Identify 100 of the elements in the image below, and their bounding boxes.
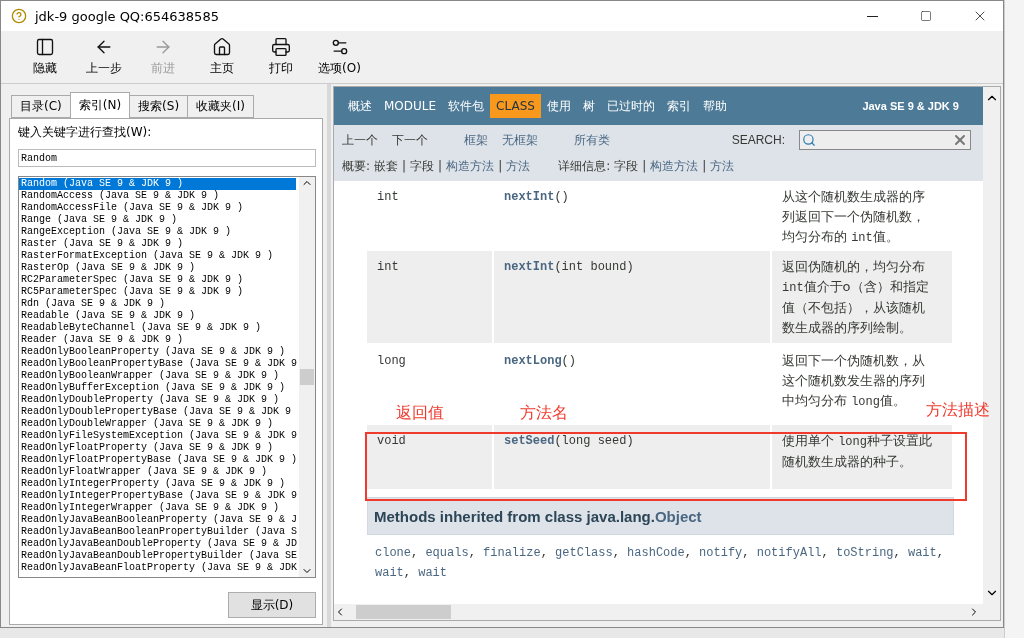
index-item[interactable]: RasterFormatException (Java SE 9 & JDK 9 )	[19, 250, 274, 262]
method-link[interactable]: wait	[418, 566, 448, 580]
index-item[interactable]: ReadOnlyIntegerProperty (Java SE 9 & JDK 9 )	[19, 478, 286, 490]
index-item[interactable]: ReadOnlyFloatWrapper (Java SE 9 & JDK 9 )	[19, 466, 268, 478]
index-item[interactable]: RasterOp (Java SE 9 & JDK 9 )	[19, 262, 196, 274]
index-item[interactable]: Raster (Java SE 9 & JDK 9 )	[19, 238, 184, 250]
window-title: jdk-9 google QQ:654638585	[35, 8, 220, 24]
maximize-icon	[920, 10, 932, 22]
toolbar-button[interactable]: 打印	[251, 35, 310, 79]
index-item[interactable]: RC2ParameterSpec (Java SE 9 & JDK 9 )	[19, 274, 244, 286]
annotation-label: 方法名	[520, 403, 568, 424]
nav-link[interactable]: 已过时的	[600, 92, 661, 120]
index-item[interactable]: ReadOnlyIntegerPropertyBase (Java SE 9 & JDK 9	[19, 490, 298, 502]
toolbar-button[interactable]: 选项(O)	[310, 35, 369, 79]
scrollbar-thumb[interactable]	[300, 369, 314, 385]
nav-link[interactable]: 概述	[342, 92, 378, 120]
index-item[interactable]: ReadOnlyFileSystemException (Java SE 9 & JDK 9	[19, 430, 298, 442]
table-cell: 使用单个 long种子设置此随机数生成器的种子。	[772, 425, 954, 491]
home-icon	[211, 37, 232, 57]
section-link[interactable]: 嵌套	[374, 157, 399, 175]
toolbar-button[interactable]: 主页	[192, 35, 251, 79]
nav-link[interactable]: 软件包	[442, 92, 491, 120]
nav-link[interactable]: 索引	[660, 92, 697, 120]
method-link[interactable]: wait	[375, 566, 404, 580]
printer-icon	[270, 37, 291, 57]
nav-link[interactable]: 帮助	[696, 92, 733, 120]
index-item[interactable]: ReadOnlyBufferException (Java SE 9 & JDK 9 )	[19, 382, 286, 394]
method-link[interactable]: clone	[375, 546, 411, 560]
index-item[interactable]: ReadOnlyDoublePropertyBase (Java SE 9 & JDK 9	[19, 406, 292, 418]
tab[interactable]: 目录(C)	[11, 95, 71, 118]
nav-link[interactable]: MODULE	[378, 94, 443, 118]
index-item[interactable]: ReadOnlyIntegerWrapper (Java SE 9 & JDK 9 )	[19, 502, 280, 514]
keyword-field[interactable]: Random	[18, 149, 316, 167]
scrollbar[interactable]	[334, 604, 1000, 620]
separator: |	[402, 159, 407, 173]
clear-icon[interactable]	[952, 132, 968, 148]
sub-nav-link[interactable]: 下一个	[392, 131, 428, 149]
index-item[interactable]: ReadOnlyJavaBeanDoubleProperty (Java SE 9 & JD	[19, 538, 298, 550]
sub-nav-link[interactable]: 所有类	[574, 131, 610, 149]
section-title: Methods inherited from class java.lang.Object	[374, 507, 702, 525]
inherited-methods: clone, equals, finalize, getClass, hashCode, notify, notifyAll, toString, wait, wait, wait	[374, 545, 945, 582]
separator: |	[438, 159, 443, 173]
index-item[interactable]: ReadOnlyBooleanWrapper (Java SE 9 & JDK 9 )	[19, 370, 280, 382]
index-item[interactable]: RC5ParameterSpec (Java SE 9 & JDK 9 )	[19, 286, 244, 298]
section-link[interactable]: 构造方法	[650, 157, 699, 175]
method-link[interactable]: hashCode	[627, 546, 685, 560]
table-cell: setSeed(long seed)	[494, 425, 772, 491]
method-link[interactable]: wait	[907, 546, 937, 560]
nav-link[interactable]: 树	[576, 92, 601, 120]
index-item[interactable]: RandomAccessFile (Java SE 9 & JDK 9 )	[19, 202, 244, 214]
section-link[interactable]: 方法	[710, 157, 735, 175]
display-button[interactable]: 显示(D)	[228, 592, 316, 618]
nav-link[interactable]: CLASS	[490, 94, 541, 118]
toolbar-button[interactable]: 隐藏	[15, 35, 74, 79]
section-label: 概要:	[342, 157, 371, 175]
section-link[interactable]: 字段	[410, 157, 435, 175]
method-link[interactable]: toString	[835, 546, 894, 560]
section-link[interactable]: 构造方法	[446, 157, 495, 175]
method-link[interactable]: equals	[425, 546, 469, 560]
sub-nav-link[interactable]: 框架	[464, 131, 488, 149]
method-link[interactable]: getClass	[555, 546, 613, 560]
help-icon	[11, 8, 27, 24]
index-item[interactable]: ReadOnlyJavaBeanBooleanPropertyBuilder (Java S	[19, 526, 298, 538]
sub-nav-link[interactable]: 上一个	[342, 131, 378, 149]
index-item[interactable]: ReadOnlyJavaBeanFloatProperty (Java SE 9 & JDK	[19, 562, 298, 574]
method-link[interactable]: finalize	[483, 546, 541, 560]
method-link[interactable]: notify	[699, 546, 743, 560]
index-item[interactable]: Rdn (Java SE 9 & JDK 9 )	[19, 298, 166, 310]
search-field[interactable]	[799, 130, 971, 150]
tab[interactable]: 搜索(S)	[129, 95, 189, 118]
index-item[interactable]: ReadOnlyDoubleProperty (Java SE 9 & JDK 9 )	[19, 394, 280, 406]
index-item[interactable]: RandomAccess (Java SE 9 & JDK 9 )	[19, 190, 220, 202]
index-item[interactable]: Range (Java SE 9 & JDK 9 )	[19, 214, 178, 226]
index-item[interactable]: ReadOnlyDoubleWrapper (Java SE 9 & JDK 9 )	[19, 418, 274, 430]
tab[interactable]: 收藏夹(I)	[187, 95, 254, 118]
tab[interactable]: 索引(N)	[69, 92, 131, 118]
index-item[interactable]: ReadOnlyFloatPropertyBase (Java SE 9 & JDK 9 )	[19, 454, 298, 466]
scrollbar-thumb[interactable]	[356, 605, 451, 619]
section-link[interactable]: 方法	[506, 157, 531, 175]
index-item[interactable]: Readable (Java SE 9 & JDK 9 )	[19, 310, 196, 322]
index-item[interactable]: ReadOnlyFloatProperty (Java SE 9 & JDK 9 )	[19, 442, 274, 454]
index-item[interactable]: ReadOnlyBooleanPropertyBase (Java SE 9 & JDK 9	[19, 358, 298, 370]
nav-link[interactable]: 使用	[540, 92, 577, 120]
search-label: SEARCH:	[731, 133, 785, 147]
index-item[interactable]: Reader (Java SE 9 & JDK 9 )	[19, 334, 184, 346]
index-item[interactable]: RangeException (Java SE 9 & JDK 9 )	[19, 226, 232, 238]
index-item[interactable]: ReadOnlyJavaBeanDoublePropertyBuilder (Java SE	[19, 550, 298, 562]
sub-nav-link[interactable]: 无框架	[502, 131, 538, 149]
table-cell: 返回伪随机的，均匀分布 int值介于o（含）和指定值（不包括），从该随机数生成器的序列绘制。	[772, 251, 954, 345]
index-item[interactable]: ReadOnlyJavaBeanBooleanProperty (Java SE 9 & J	[19, 514, 298, 526]
index-item[interactable]: Random (Java SE 9 & JDK 9 )	[19, 178, 296, 190]
section-link[interactable]: 字段	[614, 157, 639, 175]
scrollbar[interactable]	[299, 177, 315, 577]
index-item[interactable]: ReadOnlyBooleanProperty (Java SE 9 & JDK 9 )	[19, 346, 286, 358]
toolbar-button[interactable]: 上一步	[74, 35, 133, 79]
search-icon	[802, 133, 816, 147]
index-item[interactable]: ReadableByteChannel (Java SE 9 & JDK 9 )	[19, 322, 262, 334]
version-label: Java SE 9 & JDK 9	[862, 100, 960, 112]
table-cell: int	[367, 251, 494, 345]
method-link[interactable]: notifyAll	[756, 546, 822, 560]
